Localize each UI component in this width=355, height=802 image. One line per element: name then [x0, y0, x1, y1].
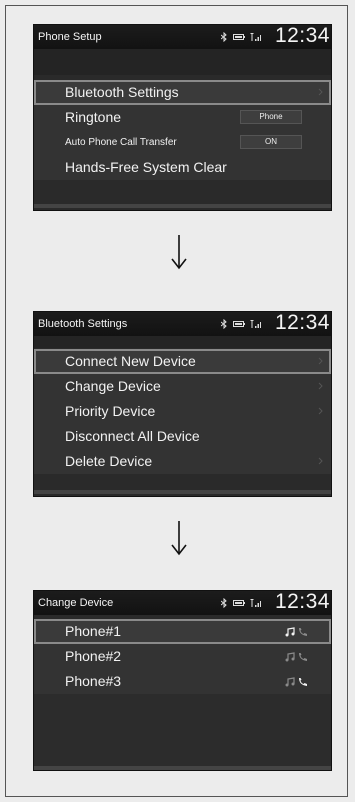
bluetooth-icon	[221, 319, 227, 329]
menu-item-label: Bluetooth Settings	[65, 84, 179, 100]
signal-icon	[250, 320, 261, 328]
menu-item-label: Change Device	[65, 378, 161, 394]
menu-item-change-device[interactable]: Change Device	[34, 374, 331, 399]
menu-item-label: Hands-Free System Clear	[65, 159, 227, 175]
menu-item-priority-device[interactable]: Priority Device	[34, 399, 331, 424]
menu-item-label: Auto Phone Call Transfer	[65, 137, 177, 148]
down-arrow-icon	[171, 521, 187, 556]
menu-item-label: Disconnect All Device	[65, 428, 200, 444]
clock: 12:34	[274, 590, 330, 613]
change-device-screen: Change Device 12:34 Phone#1 Phone#2 Phon…	[33, 590, 332, 771]
signal-icon	[250, 33, 261, 41]
screen-title: Phone Setup	[38, 31, 102, 43]
phone-icon	[299, 628, 307, 636]
screen-title: Bluetooth Settings	[38, 318, 128, 330]
header-spacer	[34, 49, 331, 75]
chevron-right-icon	[318, 382, 323, 390]
down-arrow-icon	[171, 235, 187, 270]
status-icons	[211, 319, 264, 329]
empty-list-area	[34, 694, 331, 766]
menu-item-connect-new-device[interactable]: Connect New Device	[34, 349, 331, 374]
device-label: Phone#2	[65, 648, 122, 664]
phone-icon	[299, 653, 307, 661]
menu-item-auto-transfer[interactable]: Auto Phone Call Transfer ON	[34, 130, 331, 155]
chevron-right-icon	[318, 457, 323, 465]
menu-item-label: Connect New Device	[65, 353, 196, 369]
title-bar: Bluetooth Settings 12:34	[34, 312, 331, 336]
menu-item-delete-device[interactable]: Delete Device	[34, 449, 331, 474]
menu-item-bluetooth-settings[interactable]: Bluetooth Settings	[34, 80, 331, 105]
phone-setup-screen: Phone Setup 12:34 Bluetooth Settings Rin…	[33, 24, 332, 211]
device-item-phone3[interactable]: Phone#3	[34, 669, 331, 694]
status-icons	[211, 32, 264, 42]
phone-icon	[299, 678, 307, 686]
menu-item-hands-free-clear[interactable]: Hands-Free System Clear	[34, 155, 331, 180]
clock: 12:34	[274, 311, 330, 334]
bottom-strip	[34, 766, 331, 770]
music-icon	[285, 627, 295, 637]
header-spacer	[34, 336, 331, 348]
bottom-strip	[34, 204, 331, 208]
bluetooth-icon	[221, 598, 227, 608]
battery-icon	[233, 321, 245, 327]
menu-item-disconnect-all[interactable]: Disconnect All Device	[34, 424, 331, 449]
title-bar: Phone Setup 12:34	[34, 25, 331, 49]
chevron-right-icon	[318, 88, 323, 96]
battery-icon	[233, 34, 245, 40]
menu-item-label: Priority Device	[65, 403, 156, 419]
device-item-phone1[interactable]: Phone#1	[34, 619, 331, 644]
title-bar: Change Device 12:34	[34, 591, 331, 615]
auto-transfer-value: ON	[240, 135, 302, 149]
bottom-strip	[34, 490, 331, 494]
battery-icon	[233, 600, 245, 606]
device-label: Phone#3	[65, 673, 122, 689]
bluetooth-settings-screen: Bluetooth Settings 12:34 Connect New Dev…	[33, 311, 332, 497]
menu-item-ringtone[interactable]: Ringtone Phone	[34, 105, 331, 130]
signal-icon	[250, 599, 261, 607]
chevron-right-icon	[318, 407, 323, 415]
device-item-phone2[interactable]: Phone#2	[34, 644, 331, 669]
status-icons	[211, 598, 264, 608]
music-icon	[285, 652, 295, 662]
menu-item-label: Ringtone	[65, 109, 122, 125]
music-icon	[285, 677, 295, 687]
chevron-right-icon	[318, 357, 323, 365]
menu-item-label: Delete Device	[65, 453, 153, 469]
device-label: Phone#1	[65, 623, 122, 639]
clock: 12:34	[274, 24, 330, 47]
ringtone-value: Phone	[240, 110, 302, 124]
screen-title: Change Device	[38, 597, 114, 609]
bluetooth-icon	[221, 32, 227, 42]
